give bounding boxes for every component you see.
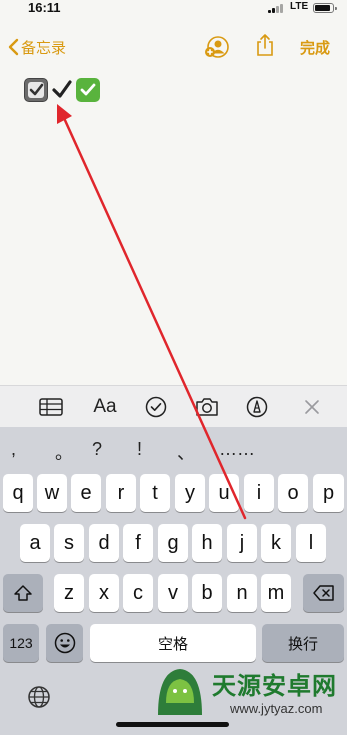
key-n[interactable]: n — [227, 574, 257, 612]
key-m[interactable]: m — [261, 574, 291, 612]
text-format-button[interactable]: Aa — [91, 394, 119, 420]
markup-icon[interactable] — [245, 394, 269, 420]
key-e[interactable]: e — [71, 474, 101, 512]
key-k[interactable]: k — [261, 524, 291, 562]
key-g[interactable]: g — [158, 524, 188, 562]
home-indicator — [116, 722, 229, 727]
key-t[interactable]: t — [140, 474, 170, 512]
share-icon[interactable] — [255, 33, 275, 62]
formatting-toolbar: Aa — [0, 385, 347, 428]
backspace-icon — [312, 585, 334, 601]
key-j[interactable]: j — [227, 524, 257, 562]
add-people-icon[interactable] — [203, 35, 231, 64]
watermark-url: www.jytyaz.com — [230, 701, 323, 716]
return-key[interactable]: 换行 — [262, 624, 344, 662]
watermark-title: 天源安卓网 — [212, 673, 337, 700]
back-button-label: 备忘录 — [21, 39, 67, 57]
punct-key[interactable]: ? — [92, 439, 102, 460]
checklist-icon[interactable] — [144, 394, 168, 420]
punct-key[interactable]: …… — [219, 439, 255, 460]
key-w[interactable]: w — [37, 474, 67, 512]
text-format-label: Aa — [93, 396, 117, 417]
chevron-left-icon — [8, 38, 19, 56]
key-z[interactable]: z — [54, 574, 84, 612]
key-q[interactable]: q — [3, 474, 33, 512]
punct-key[interactable]: 。 — [55, 439, 73, 465]
cellular-signal-icon — [268, 3, 285, 13]
network-type: LTE — [290, 1, 309, 12]
key-u[interactable]: u — [209, 474, 239, 512]
key-v[interactable]: v — [158, 574, 188, 612]
punct-key[interactable]: ! — [137, 439, 142, 460]
close-icon[interactable] — [301, 394, 323, 420]
space-key[interactable]: 空格 — [90, 624, 256, 662]
key-y[interactable]: y — [175, 474, 205, 512]
battery-icon — [313, 3, 337, 13]
ballot-box-with-check-icon — [24, 78, 48, 102]
emoji-key[interactable] — [46, 624, 83, 662]
back-button[interactable]: 备忘录 — [8, 36, 66, 58]
globe-icon[interactable] — [27, 685, 51, 709]
key-x[interactable]: x — [89, 574, 119, 612]
shift-icon — [14, 585, 32, 601]
shift-key[interactable] — [3, 574, 43, 612]
key-c[interactable]: c — [123, 574, 153, 612]
navigation-bar: 备忘录 完成 — [0, 28, 347, 64]
key-s[interactable]: s — [54, 524, 84, 562]
note-content[interactable] — [24, 78, 100, 104]
table-icon[interactable] — [38, 394, 64, 420]
key-p[interactable]: p — [313, 474, 344, 512]
key-o[interactable]: o — [278, 474, 308, 512]
key-i[interactable]: i — [244, 474, 274, 512]
punct-key[interactable]: 、 — [177, 439, 195, 465]
key-l[interactable]: l — [296, 524, 326, 562]
key-r[interactable]: r — [106, 474, 136, 512]
numbers-key[interactable]: 123 — [3, 624, 39, 662]
emoji-icon — [54, 632, 75, 654]
key-b[interactable]: b — [192, 574, 222, 612]
heavy-check-mark-icon — [51, 78, 73, 102]
status-time: 16:11 — [28, 0, 61, 15]
key-a[interactable]: a — [20, 524, 50, 562]
camera-icon[interactable] — [194, 394, 220, 420]
key-h[interactable]: h — [192, 524, 222, 562]
key-f[interactable]: f — [123, 524, 153, 562]
punct-key[interactable]: , — [11, 439, 16, 460]
key-d[interactable]: d — [89, 524, 119, 562]
done-button[interactable]: 完成 — [300, 37, 330, 58]
status-bar: 16:11 LTE — [0, 0, 347, 22]
delete-key[interactable] — [303, 574, 344, 612]
white-check-mark-button-icon — [76, 78, 100, 102]
android-logo-icon — [158, 669, 202, 715]
